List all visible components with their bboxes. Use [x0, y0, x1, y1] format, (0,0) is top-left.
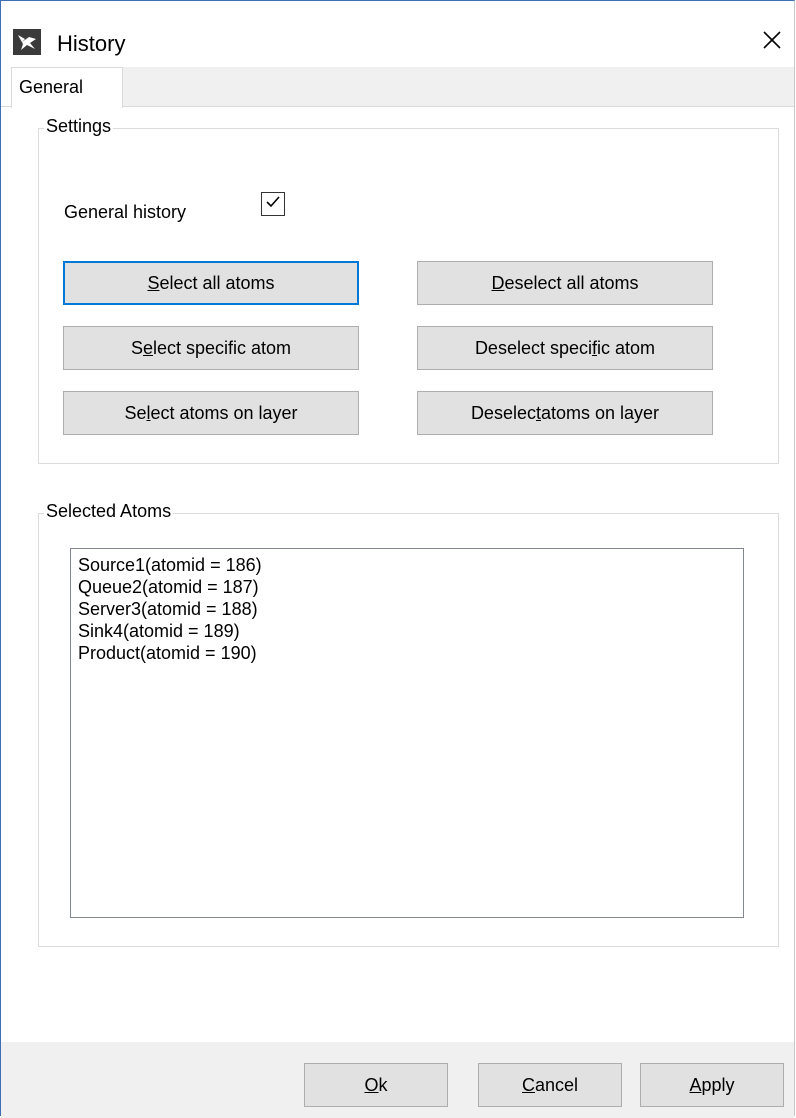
select-specific-atom-button[interactable]: Se lect specific atom [63, 326, 359, 370]
tab-strip: General [1, 67, 794, 108]
deselect-all-atoms-button[interactable]: Deselect all atoms [417, 261, 713, 305]
close-button[interactable] [749, 23, 795, 61]
deselect-specific-atom-button[interactable]: Deselect speci f ic atom [417, 326, 713, 370]
list-item[interactable]: Source1(atomid = 186) [78, 554, 736, 576]
tab-general[interactable]: General [11, 67, 123, 108]
apply-button[interactable]: Apply [640, 1063, 784, 1107]
select-all-atoms-button[interactable]: Select all atoms [63, 261, 359, 305]
window-title: History [57, 31, 126, 56]
list-item[interactable]: Queue2(atomid = 187) [78, 576, 736, 598]
list-item[interactable]: Product(atomid = 190) [78, 642, 736, 664]
tab-general-label: General [19, 77, 84, 97]
history-dialog: History General Settings General history [0, 0, 795, 1118]
list-item[interactable]: Sink4(atomid = 189) [78, 620, 736, 642]
select-atoms-on-layer-button[interactable]: Se l ect atoms on layer [63, 391, 359, 435]
list-item[interactable]: Server3(atomid = 188) [78, 598, 736, 620]
general-history-label: General history [64, 202, 187, 222]
general-history-checkbox[interactable] [261, 192, 285, 216]
ok-button[interactable]: Ok [304, 1063, 448, 1107]
settings-group: Settings General history Select all atom… [38, 116, 779, 464]
cancel-button[interactable]: Cancel [478, 1063, 622, 1107]
selected-atoms-group: Selected Atoms Source1(atomid = 186) Que… [38, 501, 779, 947]
app-logo-icon [13, 29, 41, 55]
deselect-atoms-on-layer-button[interactable]: Deselec t atoms on layer [417, 391, 713, 435]
checkmark-icon [264, 193, 282, 216]
settings-legend: Settings [44, 116, 114, 137]
title-bar[interactable]: History [1, 1, 794, 61]
close-icon [762, 30, 782, 55]
selected-atoms-legend: Selected Atoms [44, 501, 174, 522]
dialog-footer: Ok Cancel Apply [1, 1042, 794, 1118]
selected-atoms-list[interactable]: Source1(atomid = 186) Queue2(atomid = 18… [70, 548, 744, 918]
